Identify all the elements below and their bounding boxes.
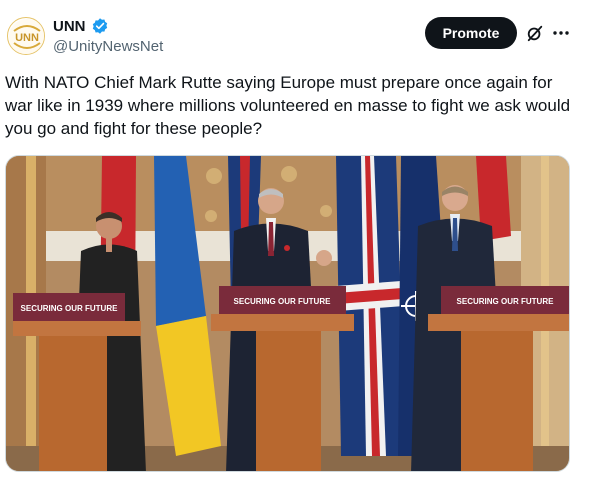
verified-badge-icon xyxy=(92,18,107,34)
press-conference-photo: SECURING OUR FUTURE SECURING OUR FUTURE … xyxy=(6,156,569,471)
svg-text:UNN: UNN xyxy=(15,32,39,44)
tweet-text: With NATO Chief Mark Rutte saying Europe… xyxy=(5,73,571,138)
avatar[interactable]: UNN xyxy=(7,17,45,55)
account-handle[interactable]: @UnityNewsNet xyxy=(53,38,163,55)
display-name[interactable]: UNN xyxy=(53,18,86,35)
tweet: UNN UNN @UnityNewsNet Promote With NATO … xyxy=(0,0,589,485)
podium-center-label: SECURING OUR FUTURE xyxy=(234,297,332,306)
unn-logo-icon: UNN xyxy=(9,19,44,54)
podium-left-label: SECURING OUR FUTURE xyxy=(21,304,119,313)
grok-icon[interactable] xyxy=(526,24,544,42)
more-icon[interactable] xyxy=(552,24,570,42)
tweet-photo[interactable]: SECURING OUR FUTURE SECURING OUR FUTURE … xyxy=(5,155,570,472)
podium-right-label: SECURING OUR FUTURE xyxy=(457,297,555,306)
promote-button[interactable]: Promote xyxy=(425,17,517,49)
name-row: UNN xyxy=(53,17,109,35)
